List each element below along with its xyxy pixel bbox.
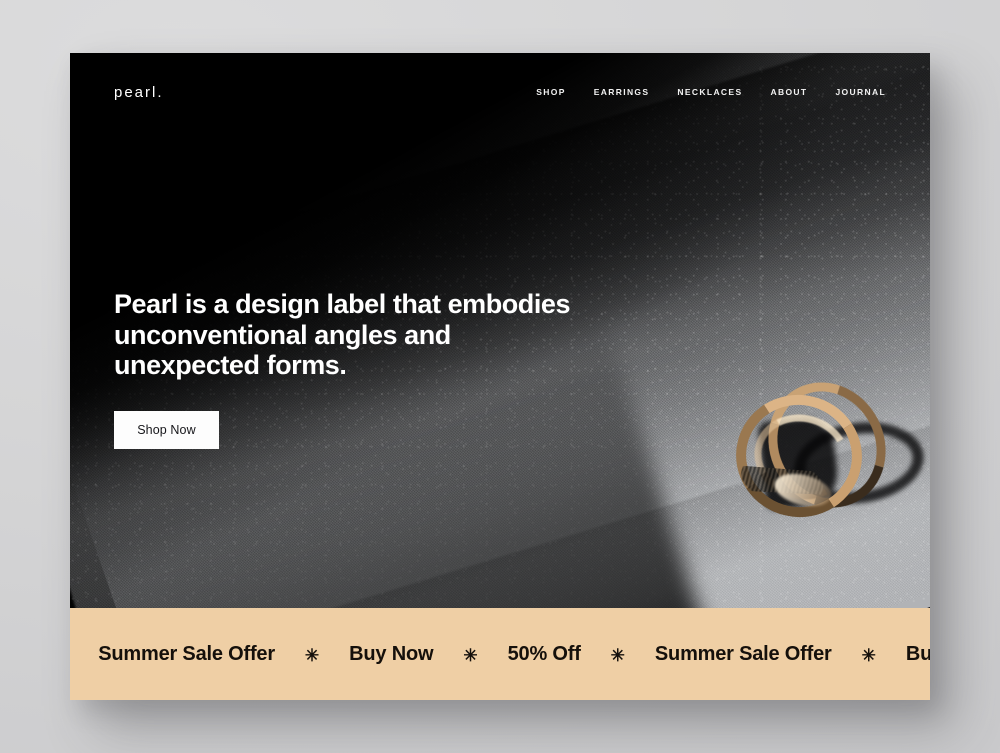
gold-rings-subject [710,361,930,543]
nav-item-about[interactable]: ABOUT [770,87,807,97]
hero-section: pearl. SHOP EARRINGS NECKLACES ABOUT JOU… [70,53,930,608]
brand-logo[interactable]: pearl. [114,84,164,101]
website-card: pearl. SHOP EARRINGS NECKLACES ABOUT JOU… [70,53,930,700]
ticker-item-3[interactable]: Summer Sale Offer [655,643,832,666]
nav-item-necklaces[interactable]: NECKLACES [677,87,742,97]
hero-headline: Pearl is a design label that embodies un… [114,289,634,381]
ticker-item-2[interactable]: 50% Off [508,643,581,666]
promo-ticker-bar: ✳ Summer Sale Offer ✳ Buy Now ✳ 50% Off … [70,608,930,700]
nav-item-earrings[interactable]: EARRINGS [594,87,650,97]
ticker-item-1[interactable]: Buy Now [349,643,433,666]
headline-line-1: Pearl is a design label that embodies [114,289,571,319]
site-header: pearl. SHOP EARRINGS NECKLACES ABOUT JOU… [70,53,930,131]
headline-line-3: unexpected forms. [114,350,347,380]
page-canvas: pearl. SHOP EARRINGS NECKLACES ABOUT JOU… [0,0,1000,753]
ticker-item-0[interactable]: Summer Sale Offer [98,643,275,666]
ticker-asterisk-icon-1: ✳ [304,645,320,665]
ticker-asterisk-icon-4: ✳ [861,645,876,665]
nav-item-shop[interactable]: SHOP [536,87,566,97]
ticker-track: ✳ Summer Sale Offer ✳ Buy Now ✳ 50% Off … [70,643,930,666]
headline-line-2: unconventional angles and [114,319,451,350]
ticker-asterisk-icon-2: ✳ [463,645,478,665]
nav-item-journal[interactable]: JOURNAL [835,87,886,97]
ticker-item-4[interactable]: Buy Now [906,643,930,666]
hero-copy-block: Pearl is a design label that embodies un… [114,289,634,449]
primary-navigation: SHOP EARRINGS NECKLACES ABOUT JOURNAL [536,87,886,97]
shop-now-button[interactable]: Shop Now [114,410,219,449]
ticker-asterisk-icon-3: ✳ [610,645,625,665]
